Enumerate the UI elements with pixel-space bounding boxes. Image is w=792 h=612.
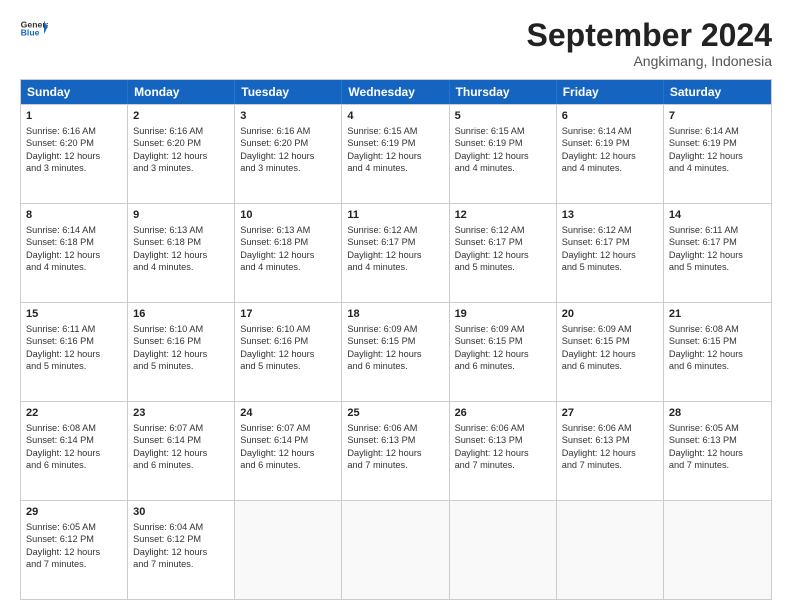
table-row: 10 Sunrise: 6:13 AMSunset: 6:18 PMDaylig…	[235, 204, 342, 302]
header-sunday: Sunday	[21, 80, 128, 104]
table-row: 21 Sunrise: 6:08 AMSunset: 6:15 PMDaylig…	[664, 303, 771, 401]
table-row: 14 Sunrise: 6:11 AMSunset: 6:17 PMDaylig…	[664, 204, 771, 302]
calendar-body: 1 Sunrise: 6:16 AMSunset: 6:20 PMDayligh…	[21, 104, 771, 599]
table-row: 12 Sunrise: 6:12 AMSunset: 6:17 PMDaylig…	[450, 204, 557, 302]
location: Angkimang, Indonesia	[527, 53, 772, 69]
table-row: 19 Sunrise: 6:09 AMSunset: 6:15 PMDaylig…	[450, 303, 557, 401]
table-row: 9 Sunrise: 6:13 AMSunset: 6:18 PMDayligh…	[128, 204, 235, 302]
table-row: 3 Sunrise: 6:16 AMSunset: 6:20 PMDayligh…	[235, 105, 342, 203]
logo: General Blue	[20, 18, 48, 38]
page: General Blue September 2024 Angkimang, I…	[0, 0, 792, 612]
logo-icon: General Blue	[20, 18, 48, 38]
table-row	[664, 501, 771, 599]
table-row: 2 Sunrise: 6:16 AMSunset: 6:20 PMDayligh…	[128, 105, 235, 203]
cal-row-1: 1 Sunrise: 6:16 AMSunset: 6:20 PMDayligh…	[21, 104, 771, 203]
table-row: 8 Sunrise: 6:14 AMSunset: 6:18 PMDayligh…	[21, 204, 128, 302]
table-row	[450, 501, 557, 599]
table-row: 7 Sunrise: 6:14 AMSunset: 6:19 PMDayligh…	[664, 105, 771, 203]
header-friday: Friday	[557, 80, 664, 104]
table-row: 11 Sunrise: 6:12 AMSunset: 6:17 PMDaylig…	[342, 204, 449, 302]
table-row: 24 Sunrise: 6:07 AMSunset: 6:14 PMDaylig…	[235, 402, 342, 500]
table-row: 26 Sunrise: 6:06 AMSunset: 6:13 PMDaylig…	[450, 402, 557, 500]
title-block: September 2024 Angkimang, Indonesia	[527, 18, 772, 69]
calendar-header: Sunday Monday Tuesday Wednesday Thursday…	[21, 80, 771, 104]
table-row: 5 Sunrise: 6:15 AMSunset: 6:19 PMDayligh…	[450, 105, 557, 203]
header-saturday: Saturday	[664, 80, 771, 104]
cal-row-3: 15 Sunrise: 6:11 AMSunset: 6:16 PMDaylig…	[21, 302, 771, 401]
cal-row-2: 8 Sunrise: 6:14 AMSunset: 6:18 PMDayligh…	[21, 203, 771, 302]
header-thursday: Thursday	[450, 80, 557, 104]
table-row: 22 Sunrise: 6:08 AMSunset: 6:14 PMDaylig…	[21, 402, 128, 500]
month-title: September 2024	[527, 18, 772, 53]
table-row	[342, 501, 449, 599]
table-row: 15 Sunrise: 6:11 AMSunset: 6:16 PMDaylig…	[21, 303, 128, 401]
table-row: 20 Sunrise: 6:09 AMSunset: 6:15 PMDaylig…	[557, 303, 664, 401]
table-row: 4 Sunrise: 6:15 AMSunset: 6:19 PMDayligh…	[342, 105, 449, 203]
header-wednesday: Wednesday	[342, 80, 449, 104]
table-row: 18 Sunrise: 6:09 AMSunset: 6:15 PMDaylig…	[342, 303, 449, 401]
header-tuesday: Tuesday	[235, 80, 342, 104]
table-row: 13 Sunrise: 6:12 AMSunset: 6:17 PMDaylig…	[557, 204, 664, 302]
header: General Blue September 2024 Angkimang, I…	[20, 18, 772, 69]
table-row: 27 Sunrise: 6:06 AMSunset: 6:13 PMDaylig…	[557, 402, 664, 500]
table-row: 17 Sunrise: 6:10 AMSunset: 6:16 PMDaylig…	[235, 303, 342, 401]
table-row: 1 Sunrise: 6:16 AMSunset: 6:20 PMDayligh…	[21, 105, 128, 203]
table-row: 16 Sunrise: 6:10 AMSunset: 6:16 PMDaylig…	[128, 303, 235, 401]
table-row: 28 Sunrise: 6:05 AMSunset: 6:13 PMDaylig…	[664, 402, 771, 500]
cal-row-4: 22 Sunrise: 6:08 AMSunset: 6:14 PMDaylig…	[21, 401, 771, 500]
table-row	[235, 501, 342, 599]
table-row: 29 Sunrise: 6:05 AMSunset: 6:12 PMDaylig…	[21, 501, 128, 599]
table-row: 30 Sunrise: 6:04 AMSunset: 6:12 PMDaylig…	[128, 501, 235, 599]
calendar: Sunday Monday Tuesday Wednesday Thursday…	[20, 79, 772, 600]
table-row: 23 Sunrise: 6:07 AMSunset: 6:14 PMDaylig…	[128, 402, 235, 500]
header-monday: Monday	[128, 80, 235, 104]
table-row	[557, 501, 664, 599]
cal-row-5: 29 Sunrise: 6:05 AMSunset: 6:12 PMDaylig…	[21, 500, 771, 599]
table-row: 6 Sunrise: 6:14 AMSunset: 6:19 PMDayligh…	[557, 105, 664, 203]
svg-text:Blue: Blue	[21, 27, 40, 37]
table-row: 25 Sunrise: 6:06 AMSunset: 6:13 PMDaylig…	[342, 402, 449, 500]
